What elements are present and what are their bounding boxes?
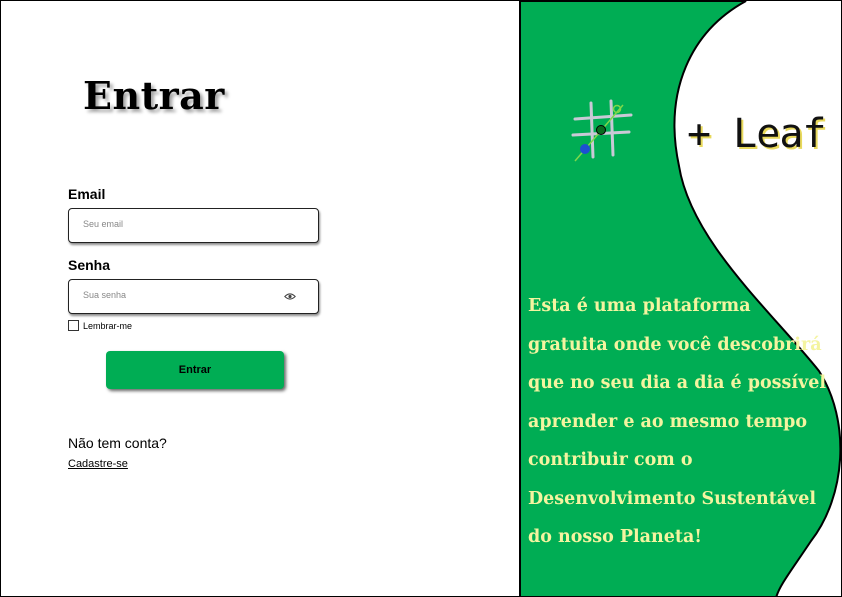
remember-me-checkbox[interactable] xyxy=(68,320,79,331)
password-field[interactable] xyxy=(81,289,275,301)
email-label: Email xyxy=(68,186,106,202)
remember-me: Lembrar-me xyxy=(68,320,132,331)
tic-tac-toe-grid-icon xyxy=(571,99,633,162)
email-field[interactable] xyxy=(81,218,275,230)
eye-icon[interactable] xyxy=(284,292,296,301)
tagline: Esta é uma plataforma gratuita onde você… xyxy=(528,296,826,547)
login-button[interactable]: Entrar xyxy=(106,351,284,389)
remember-me-label: Lembrar-me xyxy=(83,320,133,331)
brand-logo-text: + Leaf xyxy=(687,111,826,157)
password-field-box xyxy=(68,279,319,314)
email-field-box xyxy=(68,208,319,243)
signup-link[interactable]: Cadastre-se xyxy=(68,458,128,470)
page-title: Entrar xyxy=(83,73,225,118)
no-account-text: Não tem conta? xyxy=(68,435,167,451)
login-page: Entrar Email Senha Lembrar-me Entrar Não… xyxy=(0,0,842,597)
password-label: Senha xyxy=(68,257,111,273)
